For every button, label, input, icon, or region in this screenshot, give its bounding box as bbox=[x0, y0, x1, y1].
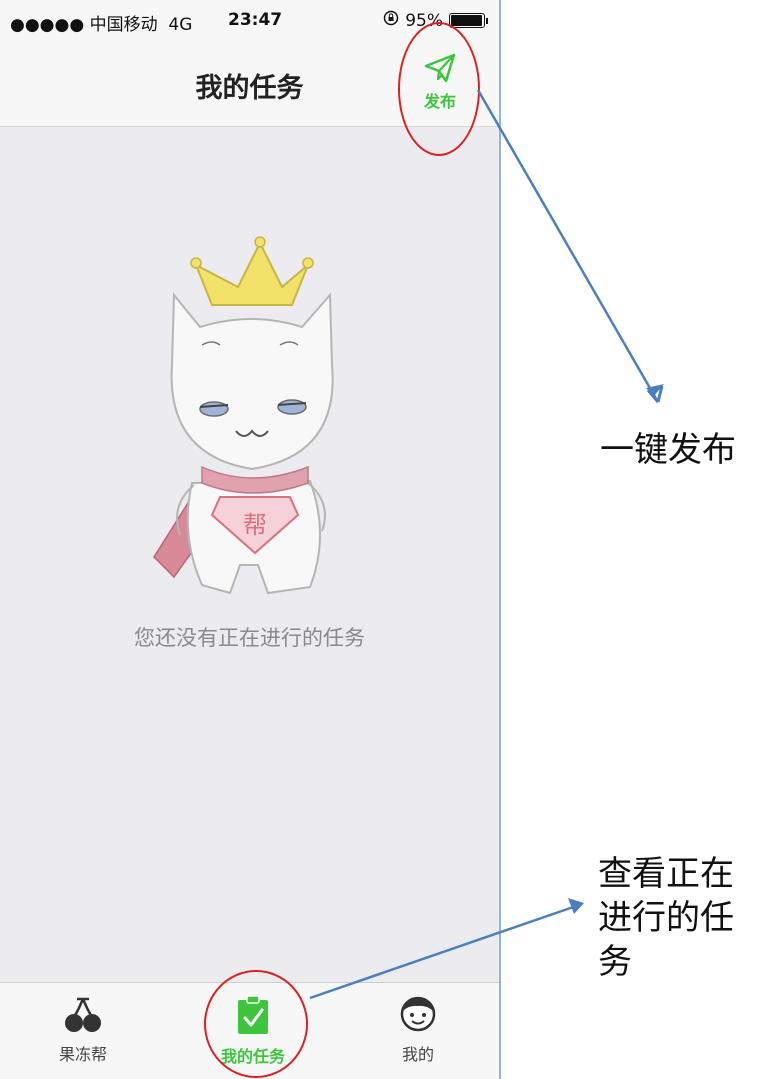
empty-state-message: 您还没有正在进行的任务 bbox=[134, 626, 365, 650]
publish-highlight-circle bbox=[398, 22, 480, 156]
clock: 23:47 bbox=[228, 10, 283, 30]
cherry-icon bbox=[63, 997, 103, 1037]
tab-label: 我的 bbox=[401, 1045, 434, 1064]
tab-highlight-circle bbox=[204, 970, 308, 1078]
annotation-publish: 一键发布 bbox=[600, 430, 736, 470]
mascot-illustration: 帮 bbox=[153, 236, 334, 595]
annotation-tasks: 查看正在进行的任务 bbox=[598, 854, 734, 982]
tab-label: 果冻帮 bbox=[58, 1045, 107, 1064]
tab-guodongbang[interactable]: 果冻帮 bbox=[23, 995, 143, 1065]
mascot-badge-text: 帮 bbox=[243, 511, 267, 539]
rotation-lock-icon bbox=[383, 10, 399, 31]
phone-screen: ●●●●● 中国移动 4G 23:47 95% 我的任务 发布 帮 您还没有正在… bbox=[0, 0, 501, 1079]
battery-icon bbox=[449, 13, 488, 28]
network-label: 4G bbox=[168, 15, 193, 35]
tab-me[interactable]: 我的 bbox=[358, 995, 478, 1065]
face-icon bbox=[399, 996, 437, 1037]
carrier-label: ●●●●● 中国移动 bbox=[10, 15, 158, 35]
